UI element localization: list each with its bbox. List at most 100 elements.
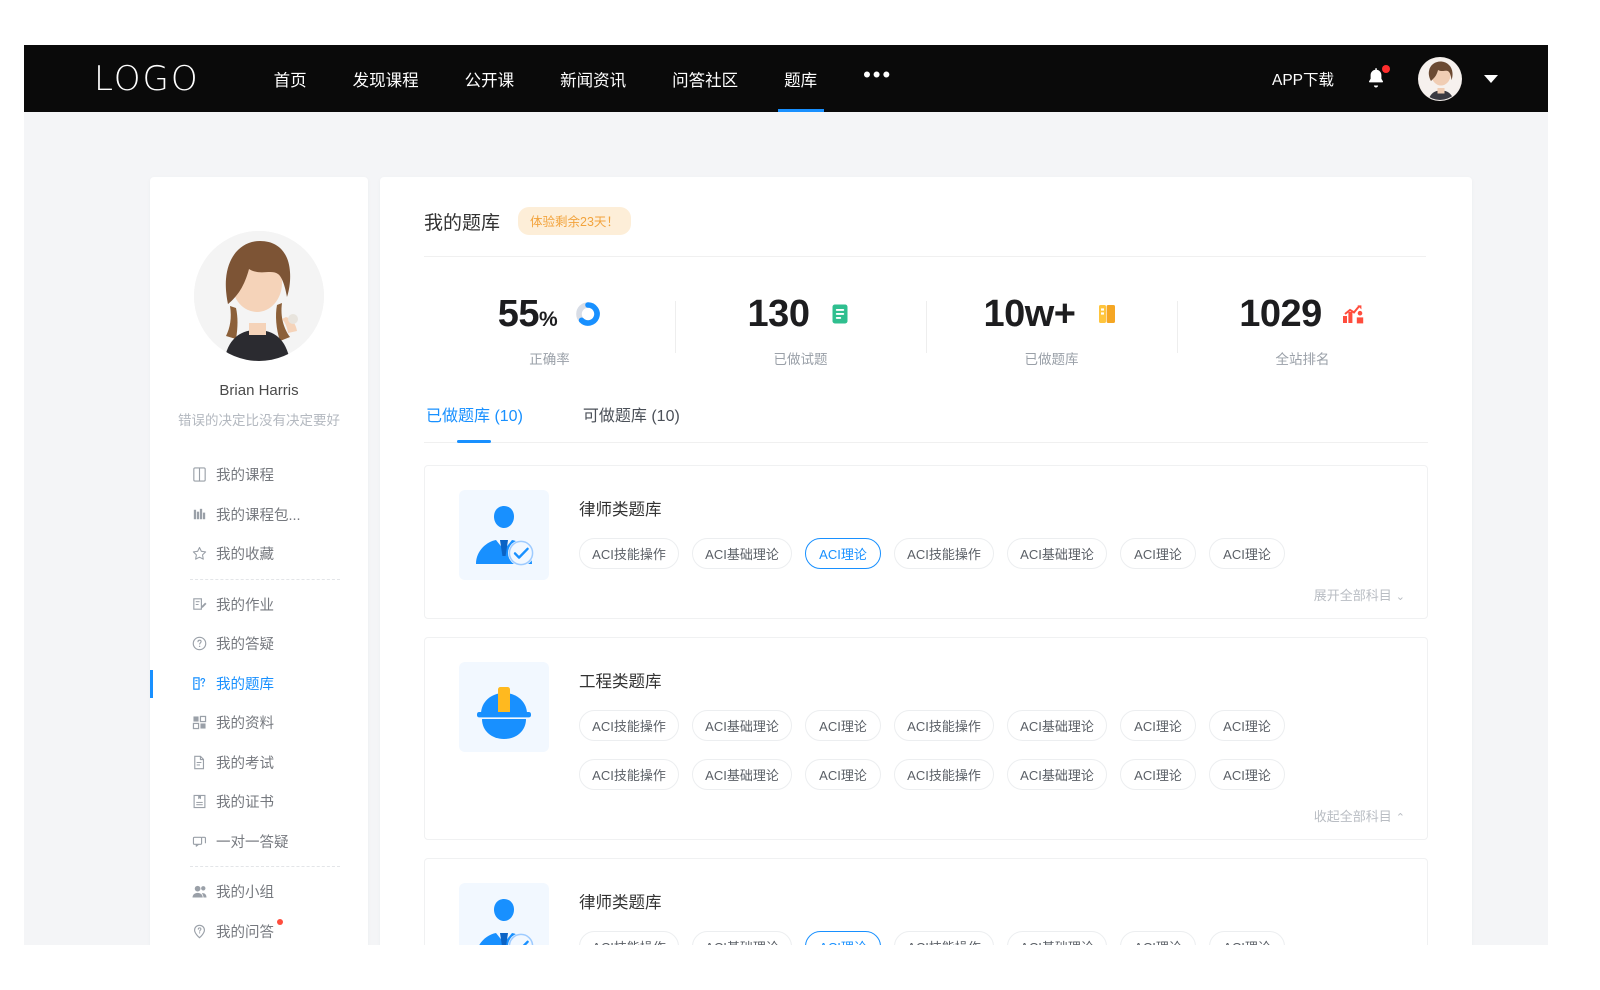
subject-tag[interactable]: ACI基础理论 (692, 931, 792, 945)
app-download-link[interactable]: APP下载 (1272, 68, 1334, 90)
subject-tag[interactable]: ACI基础理论 (692, 710, 792, 741)
subject-tag[interactable]: ACI理论 (805, 538, 881, 569)
expand-subjects-toggle[interactable]: 收起全部科目⌃ (579, 806, 1405, 825)
stat-label: 正确率 (424, 348, 675, 368)
expand-subjects-toggle[interactable]: 展开全部科目⌄ (579, 585, 1405, 604)
nav-item-label: 新闻资讯 (560, 67, 626, 91)
sidebar-avatar (194, 231, 324, 361)
subject-tag[interactable]: ACI基础理论 (1007, 538, 1107, 569)
subject-tag[interactable]: ACI技能操作 (579, 538, 679, 569)
sidebar-item-0[interactable]: 我的课程 (150, 455, 368, 495)
user-avatar-top[interactable] (1418, 57, 1462, 101)
subject-tag[interactable]: ACI理论 (1120, 710, 1196, 741)
subject-tag[interactable]: ACI基础理论 (1007, 931, 1107, 945)
subject-tag[interactable]: ACI技能操作 (894, 759, 994, 790)
sidebar-item-label: 我的小组 (216, 881, 274, 902)
nav-item-1[interactable]: 发现课程 (353, 45, 419, 112)
site-logo[interactable]: LOGO (94, 59, 200, 99)
subject-tag[interactable]: ACI理论 (805, 710, 881, 741)
subject-tag[interactable]: ACI技能操作 (894, 538, 994, 569)
sidebar-item-4[interactable]: 我的作业 (150, 585, 368, 625)
expand-subjects-label: 收起全部科目 (1314, 809, 1392, 824)
sidebar-item-label: 我的课程包... (216, 504, 301, 525)
subject-tag[interactable]: ACI理论 (1209, 538, 1285, 569)
nav-item-0[interactable]: 首页 (274, 45, 307, 112)
stat-card-2: 10w+已做题库 (926, 279, 1177, 376)
nav-item-label: 公开课 (465, 67, 515, 91)
subject-tag[interactable]: ACI理论 (1120, 538, 1196, 569)
sidebar-item-8[interactable]: 我的考试 (150, 743, 368, 783)
subject-tag[interactable]: ACI技能操作 (579, 931, 679, 945)
qa-pin-icon (190, 922, 208, 940)
subject-tag[interactable]: ACI基础理论 (692, 538, 792, 569)
subject-tag[interactable]: ACI技能操作 (894, 710, 994, 741)
subject-tag[interactable]: ACI理论 (1209, 759, 1285, 790)
lawyer-avatar-icon (459, 883, 549, 945)
sidebar-divider (190, 866, 340, 867)
certificate-icon (190, 793, 208, 811)
card-tag-row: ACI技能操作 ACI基础理论 ACI理论 ACI技能操作 ACI基础理论 ACI理论 AC… (579, 538, 1405, 569)
main-nav-items: 首页 发现课程 公开课 新闻资讯 问答社区题库 (274, 45, 864, 112)
sidebar-item-label: 我的课程 (216, 464, 274, 485)
page-body: Brian Harris 错误的决定比没有决定要好 我的课程我的课程包...我的… (24, 112, 1548, 945)
sidebar-item-badge-dot (277, 919, 283, 925)
nav-item-label: 首页 (274, 67, 307, 91)
subject-tag[interactable]: ACI技能操作 (579, 759, 679, 790)
main-header: 我的题库 体验剩余23天！ (424, 207, 1426, 257)
subject-tag[interactable]: ACI理论 (1120, 759, 1196, 790)
sidebar-item-label: 我的证书 (216, 791, 274, 812)
expand-subjects-label: 展开全部科目 (1314, 588, 1392, 603)
group-icon (190, 883, 208, 901)
exam-paper-icon (190, 753, 208, 771)
subject-tag[interactable]: ACI理论 (805, 759, 881, 790)
sidebar-item-9[interactable]: 我的证书 (150, 782, 368, 822)
sidebar-item-label: 我的答疑 (216, 633, 274, 654)
sidebar-item-10[interactable]: 一对一答疑 (150, 822, 368, 862)
sidebar-item-label: 我的作业 (216, 594, 274, 615)
sidebar-item-13[interactable]: 我的问答 (150, 912, 368, 946)
sidebar-item-7[interactable]: 我的资料 (150, 703, 368, 743)
tab-label: 已做题库 (10) (426, 408, 523, 425)
files-icon (190, 714, 208, 732)
subject-tag[interactable]: ACI理论 (805, 931, 881, 945)
nav-item-3[interactable]: 新闻资讯 (560, 45, 626, 112)
subject-tag[interactable]: ACI基础理论 (1007, 759, 1107, 790)
subject-tag[interactable]: ACI理论 (1120, 931, 1196, 945)
green-doc-icon (827, 301, 853, 327)
subject-tag[interactable]: ACI技能操作 (894, 931, 994, 945)
nav-more-icon[interactable]: ••• (863, 45, 892, 108)
chevron-down-icon[interactable] (1484, 75, 1498, 83)
sidebar-user-motto: 错误的决定比没有决定要好 (150, 409, 368, 429)
sidebar-item-label: 一对一答疑 (216, 831, 289, 852)
question-bank-card-list: 律师类题库ACI技能操作ACI基础理论ACI理论ACI技能操作ACI基础理论AC… (424, 465, 1428, 945)
notification-bell-button[interactable] (1364, 66, 1388, 92)
star-icon (190, 545, 208, 563)
nav-item-4[interactable]: 问答社区 (672, 45, 738, 112)
sidebar-item-label: 我的题库 (216, 673, 274, 694)
tab-0[interactable]: 已做题库 (10) (424, 402, 525, 442)
stat-value: 130 (748, 295, 810, 333)
sidebar-item-label: 我的考试 (216, 752, 274, 773)
sidebar-item-1[interactable]: 我的课程包... (150, 495, 368, 535)
sidebar-item-12[interactable]: 我的小组 (150, 872, 368, 912)
nav-item-5[interactable]: 题库 (784, 45, 817, 112)
subject-tag[interactable]: ACI技能操作 (579, 710, 679, 741)
sidebar-item-label: 我的收藏 (216, 543, 274, 564)
nav-item-2[interactable]: 公开课 (465, 45, 515, 112)
sidebar-item-6[interactable]: 我的题库 (150, 664, 368, 704)
red-rank-icon (1340, 301, 1366, 327)
card-title: 律师类题库 (579, 889, 1405, 913)
chat-bubbles-icon (190, 832, 208, 850)
sidebar-item-5[interactable]: 我的答疑 (150, 624, 368, 664)
book-icon (190, 466, 208, 484)
subject-tag[interactable]: ACI基础理论 (1007, 710, 1107, 741)
subject-tag[interactable]: ACI理论 (1209, 710, 1285, 741)
sidebar-item-2[interactable]: 我的收藏 (150, 534, 368, 574)
subject-tag[interactable]: ACI理论 (1209, 931, 1285, 945)
question-bank-card: 工程类题库ACI技能操作ACI基础理论ACI理论ACI技能操作ACI基础理论AC… (424, 637, 1428, 840)
card-body: 律师类题库 ACI技能操作 ACI基础理论 ACI理论 ACI技能操作 ACI基础理论 AC… (579, 883, 1405, 945)
subject-tag[interactable]: ACI基础理论 (692, 759, 792, 790)
tab-1[interactable]: 可做题库 (10) (581, 402, 682, 442)
stat-value-row: 1029 (1177, 295, 1428, 333)
user-avatar-image (1419, 58, 1462, 101)
